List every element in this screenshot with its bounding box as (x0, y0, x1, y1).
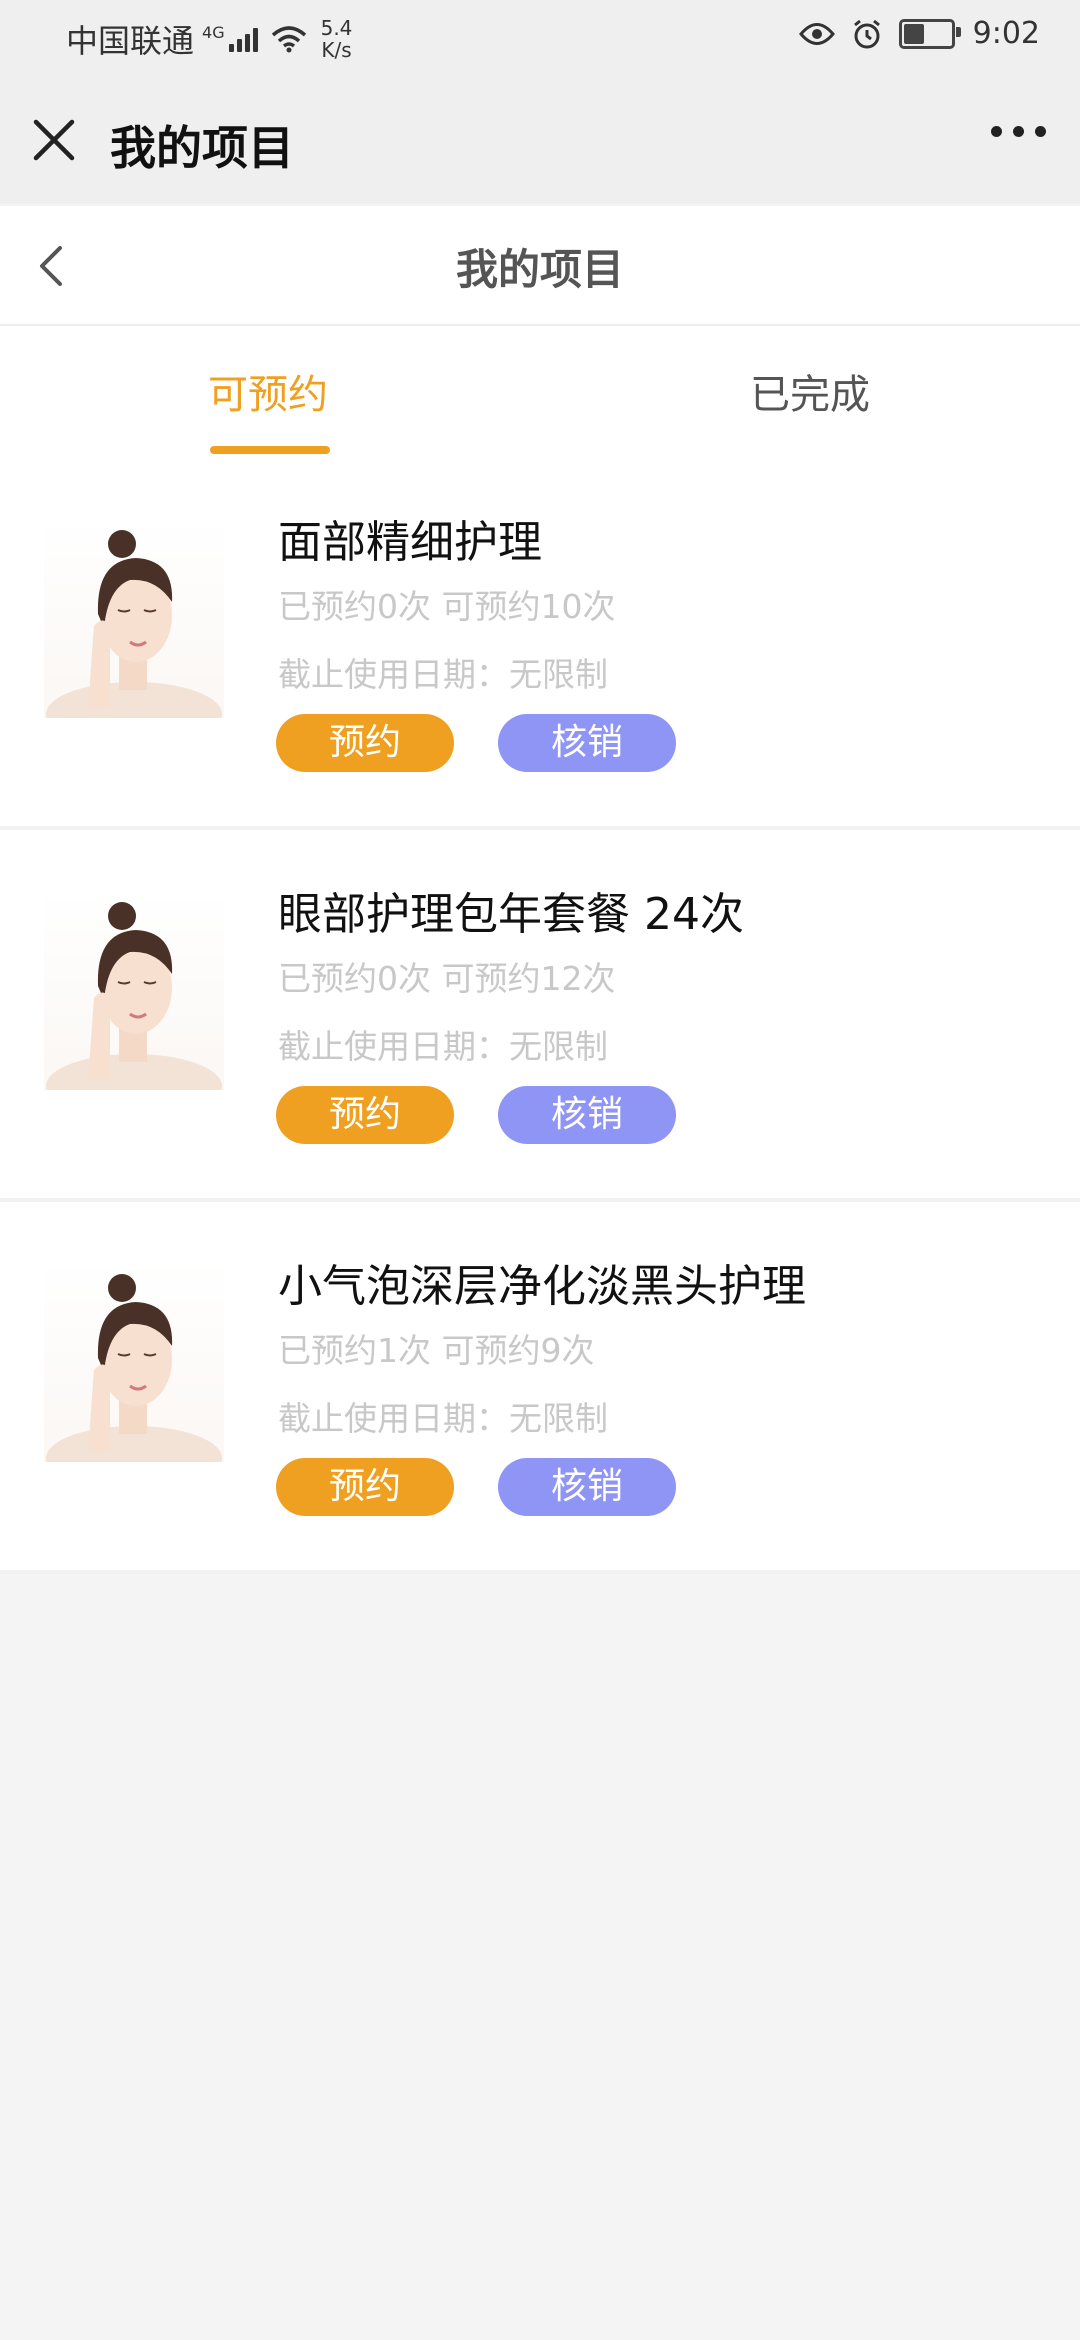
network-type: 4G (202, 22, 225, 42)
list-item[interactable]: 面部精细护理 已预约0次 可预约10次 截止使用日期：无限制 预约 核销 (0, 458, 1080, 830)
page-header: 我的项目 (0, 206, 1080, 326)
wifi-icon (271, 26, 306, 53)
alarm-icon (853, 19, 880, 48)
network-speed: 5.4 K/s (321, 17, 353, 61)
booking-count: 已预约1次 可预约9次 (278, 1331, 595, 1370)
tab-bar: 可预约 已完成 (0, 326, 1080, 458)
book-button[interactable]: 预约 (276, 1458, 454, 1516)
expiry-date: 截止使用日期：无限制 (278, 655, 608, 694)
network-speed-value: 5.4 (320, 16, 353, 40)
project-thumbnail (44, 890, 224, 1090)
close-icon[interactable] (30, 116, 78, 164)
project-list: 面部精细护理 已预约0次 可预约10次 截止使用日期：无限制 预约 核销 眼部护… (0, 458, 1080, 1574)
clock: 9:02 (972, 16, 1040, 51)
carrier-name: 中国联通 (66, 22, 195, 60)
project-title: 面部精细护理 (278, 517, 542, 568)
signal-icon (228, 26, 261, 52)
expiry-date: 截止使用日期：无限制 (278, 1399, 608, 1438)
verify-button[interactable]: 核销 (498, 1086, 676, 1144)
more-menu-icon[interactable] (991, 126, 1046, 137)
expiry-date: 截止使用日期：无限制 (278, 1027, 608, 1066)
booking-count: 已预约0次 可预约10次 (278, 587, 616, 626)
tab-active-indicator (210, 446, 330, 454)
status-bar: 中国联通 4G 5.4 K/s 9:02 (0, 0, 1080, 72)
book-button[interactable]: 预约 (276, 1086, 454, 1144)
project-thumbnail (44, 518, 224, 718)
network-speed-unit: K/s (321, 38, 352, 62)
battery-icon (898, 18, 961, 49)
project-thumbnail (44, 1262, 224, 1462)
wechat-title: 我的项目 (110, 121, 294, 175)
list-item[interactable]: 小气泡深层净化淡黑头护理 已预约1次 可预约9次 截止使用日期：无限制 预约 核… (0, 1202, 1080, 1574)
booking-count: 已预约0次 可预约12次 (278, 959, 616, 998)
tab-completed[interactable]: 已完成 (750, 362, 870, 420)
tab-bookable[interactable]: 可预约 (208, 362, 328, 420)
project-title: 小气泡深层净化淡黑头护理 (278, 1261, 806, 1312)
wechat-top-bar: 我的项目 (0, 72, 1080, 204)
eye-icon (798, 22, 835, 45)
verify-button[interactable]: 核销 (498, 714, 676, 772)
verify-button[interactable]: 核销 (498, 1458, 676, 1516)
book-button[interactable]: 预约 (276, 714, 454, 772)
battery-level (903, 23, 924, 44)
list-item[interactable]: 眼部护理包年套餐 24次 已预约0次 可预约12次 截止使用日期：无限制 预约 … (0, 830, 1080, 1202)
project-title: 眼部护理包年套餐 24次 (278, 889, 744, 940)
page-title: 我的项目 (455, 245, 624, 294)
